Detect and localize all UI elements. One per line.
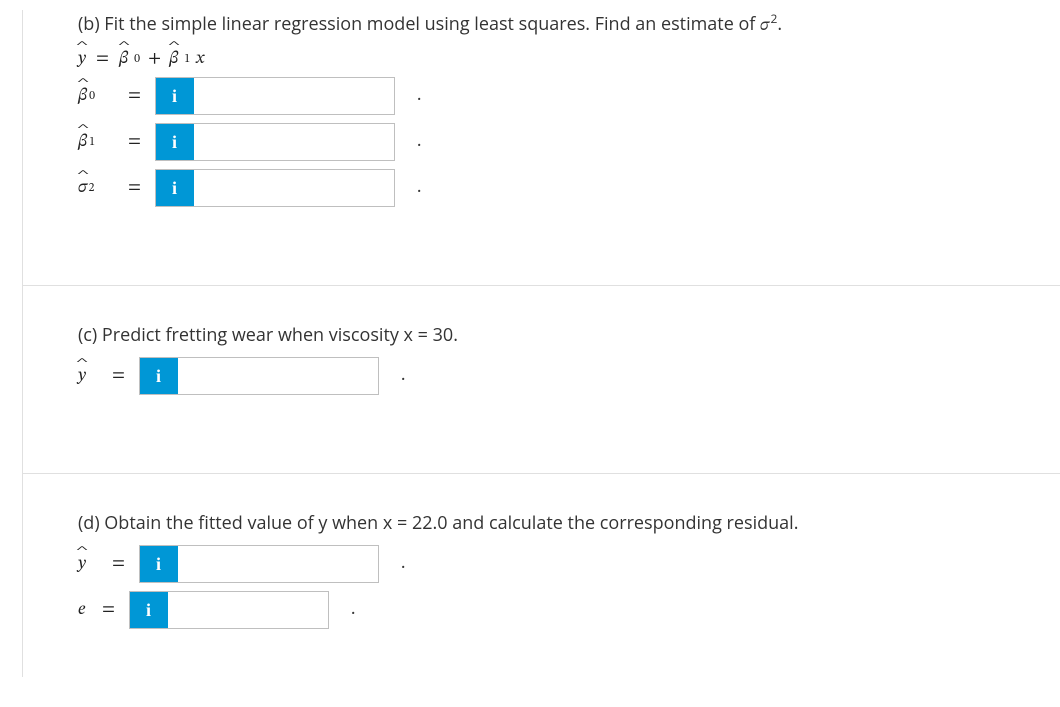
yhat-d-input-group: i — [139, 545, 379, 583]
part-b-suffix: . — [777, 12, 782, 36]
part-d-prompt: (d) Obtain the fitted value of y when x … — [78, 510, 1005, 537]
part-b-prompt: (b) Fit the simple linear regression mod… — [78, 10, 1005, 40]
e-input[interactable] — [168, 592, 328, 628]
yhat-c-input-group: i — [139, 357, 379, 395]
beta0-label: β 0 — [78, 85, 114, 108]
e-label: e — [78, 599, 98, 622]
info-icon[interactable]: i — [140, 546, 178, 582]
beta0-symbol: β — [119, 48, 128, 71]
beta0-input[interactable] — [194, 78, 394, 114]
beta1-equals: = — [128, 131, 141, 154]
question-container: (b) Fit the simple linear regression mod… — [0, 0, 1060, 677]
sigma2-hat: σ — [78, 177, 87, 200]
info-icon[interactable]: i — [156, 124, 194, 160]
yhat-d-label: y — [78, 553, 98, 576]
sigma2-input-group: i — [155, 169, 395, 207]
e-row: e = i . — [78, 591, 1005, 629]
sigma2-row: σ 2 = i . — [78, 169, 1005, 207]
sigma2-label: σ 2 — [78, 177, 114, 200]
x-var: x — [196, 48, 204, 71]
beta0-row: β 0 = i . — [78, 77, 1005, 115]
beta1-input-group: i — [155, 123, 395, 161]
yhat-d-input[interactable] — [178, 546, 378, 582]
e-input-group: i — [129, 591, 329, 629]
yhat-c-row: y = i . — [78, 357, 1005, 395]
regression-equation: y = β0 + β1 x — [78, 48, 1005, 71]
section-b: (b) Fit the simple linear regression mod… — [22, 10, 1060, 286]
yhat-d-equals: = — [112, 553, 125, 576]
beta0-equals: = — [128, 85, 141, 108]
period: . — [417, 131, 421, 154]
info-icon[interactable]: i — [130, 592, 168, 628]
equals-1: = — [96, 48, 109, 71]
beta1-sub: 1 — [184, 52, 190, 67]
beta1-input[interactable] — [194, 124, 394, 160]
period: . — [417, 177, 421, 200]
beta0-hat: β — [78, 85, 87, 108]
info-icon[interactable]: i — [140, 358, 178, 394]
part-b-text: (b) Fit the simple linear regression mod… — [78, 12, 760, 36]
e-symbol: e — [78, 599, 85, 622]
info-icon[interactable]: i — [156, 170, 194, 206]
period: . — [351, 599, 355, 622]
yhat-symbol: y — [78, 48, 86, 71]
yhat-c-input[interactable] — [178, 358, 378, 394]
period: . — [417, 85, 421, 108]
beta0-sub: 0 — [134, 52, 140, 67]
beta0-label-sub: 0 — [89, 89, 95, 104]
beta1-label-sub: 1 — [89, 135, 95, 150]
yhat-d-symbol: y — [78, 553, 86, 576]
yhat-d-row: y = i . — [78, 545, 1005, 583]
beta1-symbol: β — [169, 48, 178, 71]
sigma-var: σ — [760, 17, 769, 35]
beta0-input-group: i — [155, 77, 395, 115]
section-c: (c) Predict fretting wear when viscosity… — [22, 286, 1060, 474]
yhat-c-equals: = — [112, 365, 125, 388]
yhat-c-label: y — [78, 365, 98, 388]
plus-sign: + — [148, 48, 161, 71]
sigma2-sup: 2 — [88, 181, 94, 196]
period: . — [401, 553, 405, 576]
sigma2-equals: = — [128, 177, 141, 200]
part-c-prompt: (c) Predict fretting wear when viscosity… — [78, 322, 1005, 349]
beta1-row: β 1 = i . — [78, 123, 1005, 161]
e-equals: = — [102, 599, 115, 622]
sigma2-input[interactable] — [194, 170, 394, 206]
yhat-c-symbol: y — [78, 365, 86, 388]
info-icon[interactable]: i — [156, 78, 194, 114]
section-d: (d) Obtain the fitted value of y when x … — [22, 474, 1060, 677]
beta1-label: β 1 — [78, 131, 114, 154]
beta1-hat: β — [78, 131, 87, 154]
period: . — [401, 365, 405, 388]
